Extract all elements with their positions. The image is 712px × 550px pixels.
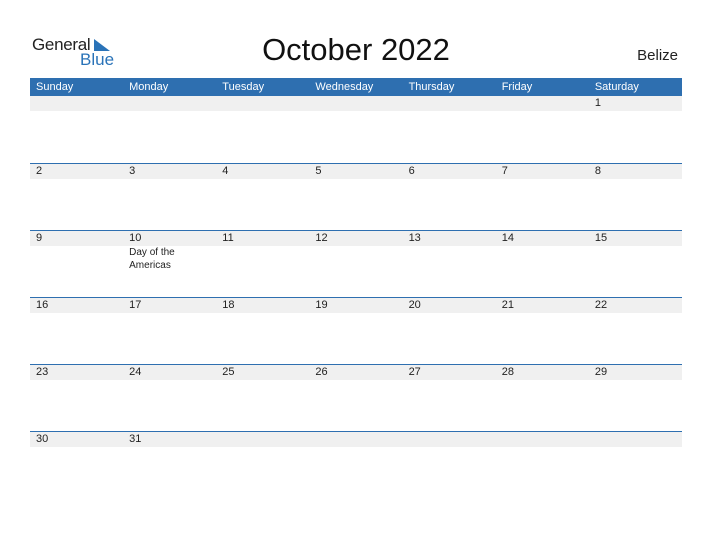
calendar-grid: Sunday Monday Tuesday Wednesday Thursday… — [30, 78, 682, 498]
day-cell — [123, 96, 216, 111]
day-cell — [403, 432, 496, 447]
day-cell: 28 — [496, 365, 589, 380]
country-label: Belize — [637, 47, 678, 64]
day-number: 25 — [222, 366, 235, 378]
day-cell: 1 — [589, 96, 682, 111]
day-cell — [216, 432, 309, 447]
day-cell: 11 — [216, 231, 309, 272]
day-cell — [403, 96, 496, 111]
day-cell: 6 — [403, 164, 496, 179]
day-number: 24 — [129, 366, 142, 378]
day-number: 19 — [315, 299, 328, 311]
day-cell — [309, 432, 402, 447]
day-cell: 14 — [496, 231, 589, 272]
day-cell: 31 — [123, 432, 216, 447]
day-cell — [496, 432, 589, 447]
day-number: 4 — [222, 165, 229, 177]
day-cell: 17 — [123, 298, 216, 313]
day-cell: 3 — [123, 164, 216, 179]
weekday-thursday: Thursday — [408, 81, 455, 93]
day-cell: 29 — [589, 365, 682, 380]
day-number: 20 — [408, 299, 421, 311]
day-number: 18 — [222, 299, 235, 311]
day-number: 11 — [222, 232, 234, 244]
day-cell: 24 — [123, 365, 216, 380]
day-cell: 2 — [30, 164, 123, 179]
day-number: 10 — [129, 232, 142, 244]
day-number: 16 — [36, 299, 49, 311]
weekday-monday: Monday — [129, 81, 169, 93]
day-cell: 5 — [309, 164, 402, 179]
day-cell — [216, 96, 309, 111]
day-cell: 20 — [403, 298, 496, 313]
day-number: 31 — [129, 433, 142, 445]
day-cells: 9 10 Day of the Americas 11 12 13 14 15 — [30, 231, 682, 272]
day-number: 8 — [594, 165, 601, 177]
day-number: 12 — [315, 232, 328, 244]
day-cell — [309, 96, 402, 111]
day-number: 30 — [36, 433, 49, 445]
day-number: 6 — [408, 165, 415, 177]
day-number: 1 — [594, 97, 601, 109]
day-number: 9 — [36, 232, 43, 244]
day-cell: 9 — [30, 231, 123, 272]
day-cell: 30 — [30, 432, 123, 447]
day-cells: 2 3 4 5 6 7 8 — [30, 164, 682, 179]
day-cells: 1 — [30, 96, 682, 111]
day-cell — [589, 432, 682, 447]
day-number: 14 — [501, 232, 514, 244]
day-cells: 23 24 25 26 27 28 29 — [30, 365, 682, 380]
day-cell: 15 — [589, 231, 682, 272]
weekday-wednesday: Wednesday — [315, 81, 374, 93]
week-row: 1 — [30, 96, 682, 163]
day-number: 3 — [129, 165, 136, 177]
weekday-sunday: Sunday — [36, 81, 74, 93]
week-row: 16 17 18 19 20 21 22 — [30, 297, 682, 364]
day-cell: 8 — [589, 164, 682, 179]
day-cell: 25 — [216, 365, 309, 380]
day-number: 27 — [408, 366, 421, 378]
day-number: 13 — [408, 232, 421, 244]
day-number: 28 — [501, 366, 514, 378]
day-cell: 16 — [30, 298, 123, 313]
week-row: 30 31 — [30, 431, 682, 498]
day-number: 22 — [594, 299, 608, 311]
day-number: 23 — [36, 366, 49, 378]
holiday-label: Day of the Americas — [129, 247, 175, 271]
weekday-saturday: Saturday — [594, 81, 639, 93]
day-cell: 26 — [309, 365, 402, 380]
day-cell: 23 — [30, 365, 123, 380]
week-row: 9 10 Day of the Americas 11 12 13 14 15 — [30, 230, 682, 297]
day-cell: 10 Day of the Americas — [123, 231, 216, 272]
day-cell: 18 — [216, 298, 309, 313]
day-number: 7 — [501, 165, 508, 177]
day-cell: 21 — [496, 298, 589, 313]
day-number: 17 — [129, 299, 142, 311]
day-cells: 30 31 — [30, 432, 682, 447]
day-cell — [30, 96, 123, 111]
weekday-header: Sunday Monday Tuesday Wednesday Thursday… — [30, 78, 682, 96]
calendar-title: October 2022 — [262, 32, 450, 67]
day-number: 2 — [36, 165, 43, 177]
week-row: 2 3 4 5 6 7 8 — [30, 163, 682, 230]
day-cell: 4 — [216, 164, 309, 179]
day-number: 26 — [315, 366, 328, 378]
week-row: 23 24 25 26 27 28 29 — [30, 364, 682, 431]
day-cell: 13 — [403, 231, 496, 272]
day-cell: 7 — [496, 164, 589, 179]
weekday-friday: Friday — [501, 81, 533, 93]
day-cells: 16 17 18 19 20 21 22 — [30, 298, 682, 313]
day-number: 29 — [594, 366, 608, 378]
day-cell: 27 — [403, 365, 496, 380]
weekday-tuesday: Tuesday — [222, 81, 265, 93]
day-cell: 12 — [309, 231, 402, 272]
day-cell: 19 — [309, 298, 402, 313]
day-cell: 22 — [589, 298, 682, 313]
day-cell — [496, 96, 589, 111]
day-number: 21 — [501, 299, 514, 311]
day-number: 15 — [594, 232, 608, 244]
day-number: 5 — [315, 165, 322, 177]
